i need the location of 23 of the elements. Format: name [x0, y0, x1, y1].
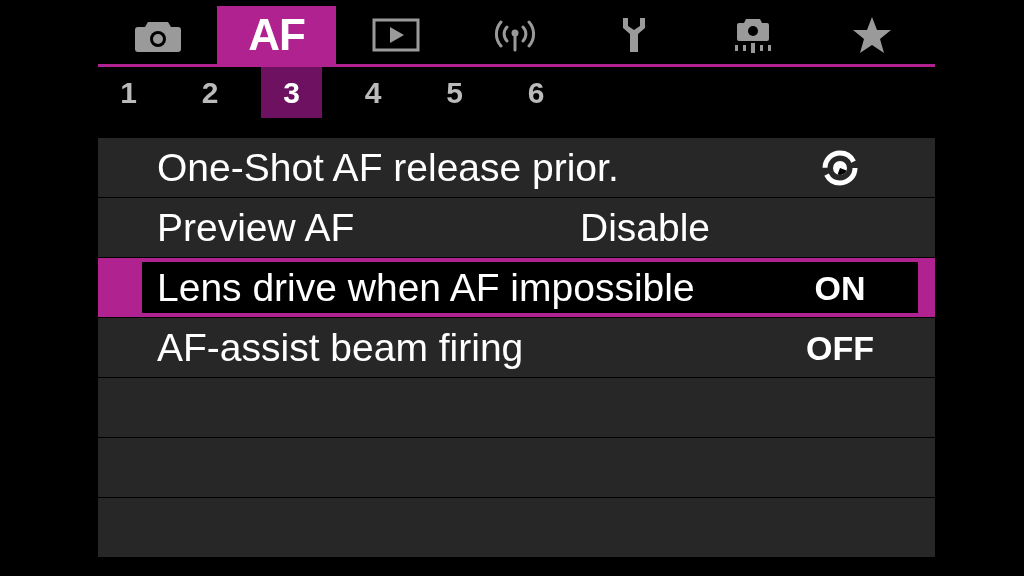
- star-icon: [851, 16, 892, 54]
- page-tab[interactable]: 4: [342, 67, 404, 118]
- page-tab[interactable]: 5: [424, 67, 485, 118]
- menu-item[interactable]: Lens drive when AF impossible ON: [98, 258, 935, 317]
- menu-item[interactable]: Preview AF Disable: [98, 198, 935, 257]
- page-tab[interactable]: 3: [261, 67, 322, 118]
- play-icon: [371, 18, 420, 52]
- setting-label: One-Shot AF release prior.: [157, 144, 620, 191]
- setting-label: AF-assist beam firing: [157, 324, 525, 371]
- setting-label: Preview AF: [157, 204, 356, 251]
- setting-value: Disable: [580, 204, 712, 251]
- setting-value: ON: [813, 267, 867, 309]
- release-priority-icon: [821, 148, 859, 187]
- custom-camera-icon: [732, 17, 773, 53]
- menu-item[interactable]: One-Shot AF release prior.: [98, 138, 935, 197]
- setting-label: Lens drive when AF impossible: [157, 264, 696, 311]
- menu-item[interactable]: AF-assist beam firing OFF: [98, 318, 935, 377]
- page-tab[interactable]: 1: [98, 67, 159, 118]
- wireless-icon: [492, 18, 537, 52]
- menu-tab[interactable]: AF: [217, 6, 336, 64]
- page-tab[interactable]: 2: [179, 67, 241, 118]
- setting-value: OFF: [805, 327, 875, 369]
- page-tab[interactable]: 6: [505, 67, 567, 118]
